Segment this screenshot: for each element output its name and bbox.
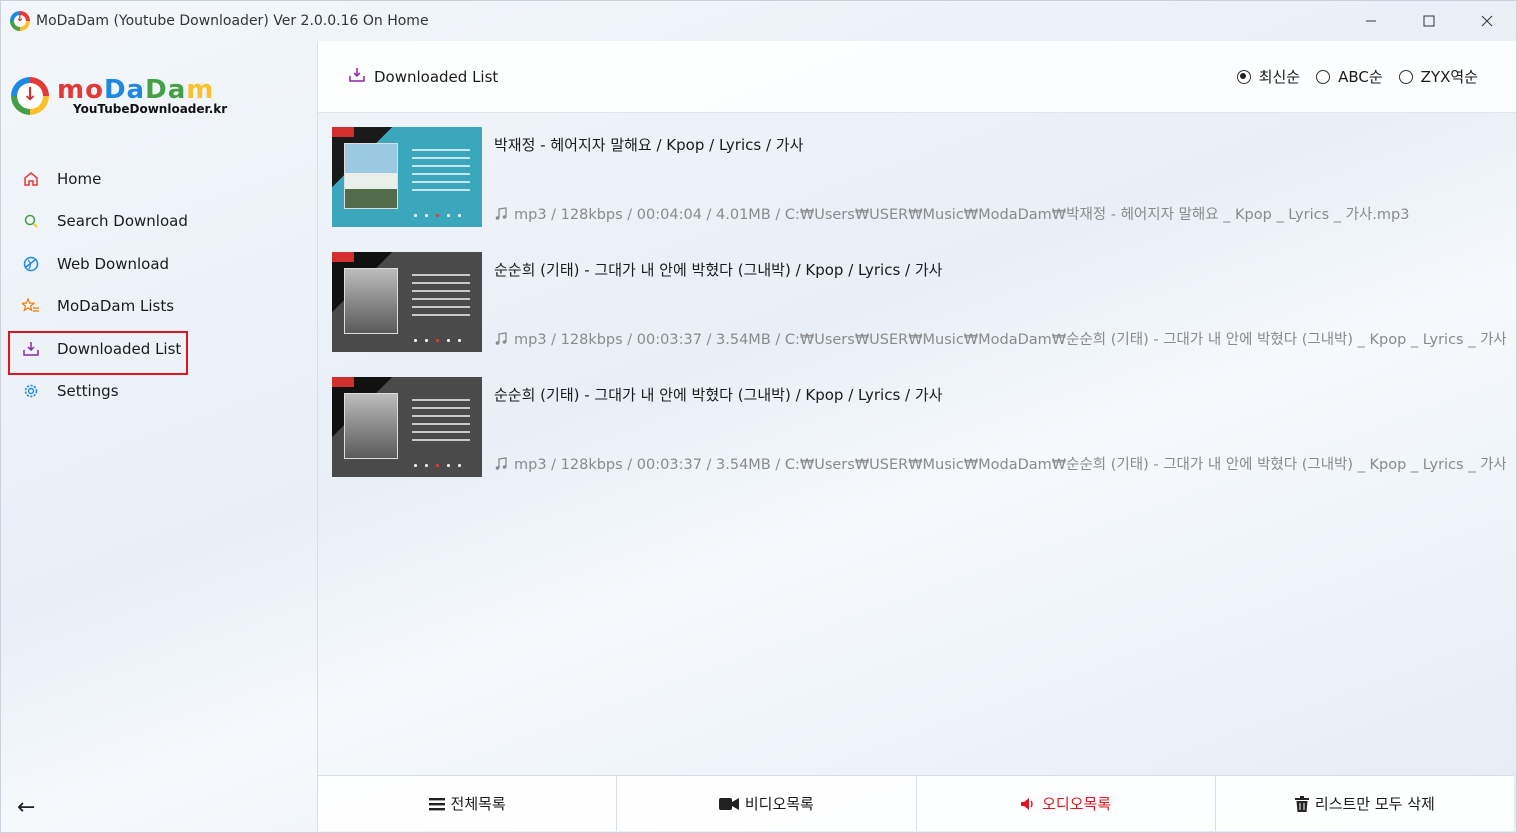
video-thumbnail: [332, 127, 482, 227]
maximize-button[interactable]: [1400, 1, 1458, 41]
tab-audio-list[interactable]: 오디오목록: [917, 776, 1216, 831]
list-icon: [428, 797, 445, 811]
tab-delete-all[interactable]: 리스트만 모두 삭제: [1216, 776, 1514, 831]
title-bar: ↓ MoDaDam (Youtube Downloader) Ver 2.0.0…: [1, 1, 1516, 41]
sort-zyx-radio[interactable]: ZYX역순: [1398, 66, 1478, 87]
item-title: 순순희 (기태) - 그대가 내 안에 박혔다 (그내박) / Kpop / L…: [494, 261, 943, 279]
window-controls: [1342, 1, 1516, 41]
sort-label: ZYX역순: [1420, 68, 1478, 86]
tab-label: 전체목록: [450, 795, 506, 813]
app-window: ↓ MoDaDam (Youtube Downloader) Ver 2.0.0…: [0, 0, 1517, 833]
sidebar-item-search-download[interactable]: Search Download: [13, 203, 188, 239]
music-note-icon: [494, 331, 508, 346]
tab-label: 오디오목록: [1042, 795, 1112, 813]
list-item[interactable]: 순순희 (기태) - 그대가 내 안에 박혔다 (그내박) / Kpop / L…: [330, 375, 1516, 500]
item-meta: mp3 / 128kbps / 00:03:37 / 3.54MB / C:₩U…: [494, 328, 1506, 349]
item-meta: mp3 / 128kbps / 00:04:04 / 4.01MB / C:₩U…: [494, 203, 1506, 224]
sidebar-item-web-download[interactable]: Web Download: [13, 246, 169, 282]
sort-newest-radio[interactable]: 최신순: [1236, 66, 1301, 87]
minimize-button[interactable]: [1342, 1, 1400, 41]
page-title: Downloaded List: [348, 67, 498, 87]
sidebar-item-label: Search Download: [57, 212, 188, 230]
modadam-app-icon: ↓: [10, 11, 30, 31]
window-title: MoDaDam (Youtube Downloader) Ver 2.0.0.1…: [36, 13, 429, 29]
globe-icon: [21, 254, 41, 274]
sidebar-item-home[interactable]: Home: [13, 161, 101, 197]
video-camera-icon: [718, 797, 739, 811]
close-button[interactable]: [1458, 1, 1516, 41]
search-icon: [21, 211, 41, 231]
sort-label: ABC순: [1338, 68, 1383, 86]
bottom-tab-bar: 전체목록 비디오목록 오디오목록 리스트만 모두 삭제: [318, 775, 1514, 831]
speaker-icon: [1020, 797, 1036, 811]
list-item[interactable]: 순순희 (기태) - 그대가 내 안에 박혔다 (그내박) / Kpop / L…: [330, 250, 1516, 375]
list-header: Downloaded List 최신순 ABC순 ZYX역순: [318, 41, 1516, 113]
sidebar-item-settings[interactable]: Settings: [13, 373, 119, 409]
sort-options: 최신순 ABC순 ZYX역순: [1236, 66, 1478, 87]
tab-all-list[interactable]: 전체목록: [318, 776, 618, 831]
tab-video-list[interactable]: 비디오목록: [617, 776, 917, 831]
radio-icon: [1316, 69, 1331, 84]
list-item[interactable]: 박재정 - 헤어지자 말해요 / Kpop / Lyrics / 가사 mp3 …: [330, 125, 1516, 250]
video-thumbnail: [332, 252, 482, 352]
sidebar-item-label: Settings: [57, 382, 119, 400]
back-arrow-icon[interactable]: ←: [17, 795, 35, 820]
star-list-icon: [21, 296, 41, 316]
sidebar-item-modadam-lists[interactable]: MoDaDam Lists: [13, 288, 174, 324]
sort-label: 최신순: [1258, 68, 1301, 86]
sort-abc-radio[interactable]: ABC순: [1316, 66, 1383, 87]
page-title-text: Downloaded List: [374, 68, 499, 86]
music-note-icon: [494, 206, 508, 221]
gear-icon: [21, 381, 41, 401]
download-list: 박재정 - 헤어지자 말해요 / Kpop / Lyrics / 가사 mp3 …: [330, 125, 1516, 500]
home-icon: [21, 169, 41, 189]
sidebar-item-label: Home: [57, 170, 102, 188]
item-meta: mp3 / 128kbps / 00:03:37 / 3.54MB / C:₩U…: [494, 453, 1506, 474]
tab-label: 비디오목록: [744, 795, 814, 813]
tab-label: 리스트만 모두 삭제: [1314, 795, 1435, 813]
radio-selected-icon: [1236, 69, 1251, 84]
sidebar-item-label: MoDaDam Lists: [57, 297, 175, 315]
download-tray-icon: [348, 67, 366, 87]
selection-highlight-box: [8, 331, 188, 375]
video-thumbnail: [332, 377, 482, 477]
item-title: 박재정 - 헤어지자 말해요 / Kpop / Lyrics / 가사: [494, 136, 804, 154]
sidebar: ↓ moDaDam YouTubeDownloader.kr Home Sear…: [1, 41, 317, 832]
logo-wordmark: moDaDam: [57, 75, 215, 105]
music-note-icon: [494, 456, 508, 471]
trash-icon: [1294, 795, 1309, 812]
main-panel: Downloaded List 최신순 ABC순 ZYX역순 박재정 - 헤어지…: [317, 41, 1516, 832]
modadam-logo: ↓ moDaDam YouTubeDownloader.kr: [11, 75, 231, 121]
logo-subtitle: YouTubeDownloader.kr: [73, 102, 228, 116]
sidebar-item-label: Web Download: [57, 255, 170, 273]
download-arrow-icon: ↓: [22, 84, 38, 105]
radio-icon: [1398, 69, 1413, 84]
item-title: 순순희 (기태) - 그대가 내 안에 박혔다 (그내박) / Kpop / L…: [494, 386, 943, 404]
